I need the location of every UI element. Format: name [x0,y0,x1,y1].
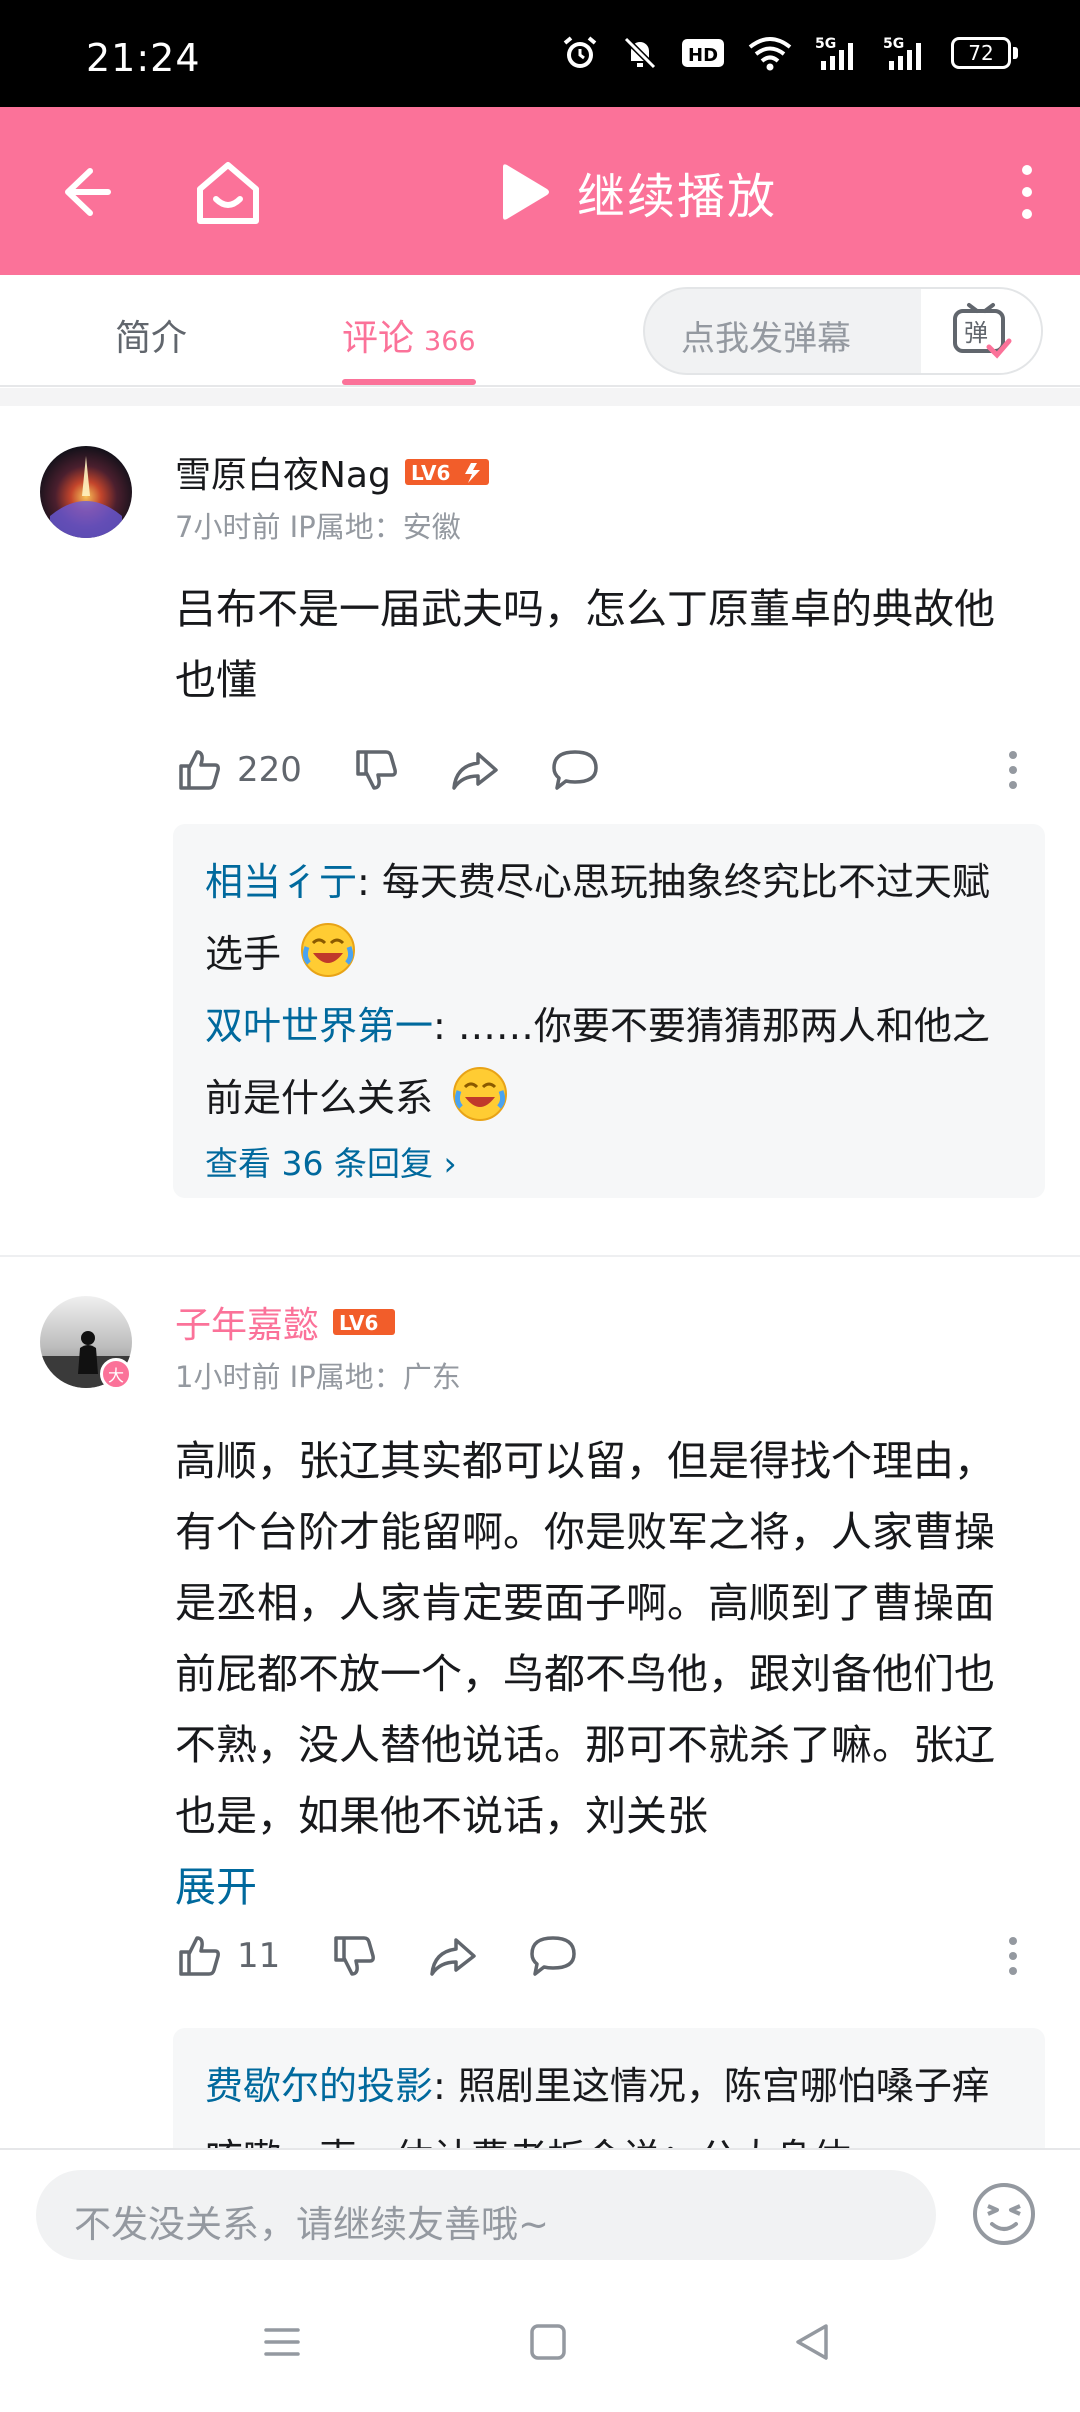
signal-5g-icon: 5G [815,36,853,70]
danmaku-icon: 弹 [953,303,1012,359]
continue-play-label: 继续播放 [577,169,778,225]
back-triangle-icon[interactable] [792,2322,832,2362]
more-vertical-icon[interactable] [1007,1936,1019,1976]
svg-text:5G: 5G [883,36,904,52]
comment-text: 吕布不是一届武夫吗，怎么丁原董卓的典故他也懂 [175,585,995,704]
comment-input-bar: 不发没关系，请继续友善哦~ [0,2148,1080,2278]
comment-text-block: 高顺，张辽其实都可以留，但是得找个理由，有个台阶才能留啊。你是败军之将，人家曹操… [175,1426,1035,1923]
reply-item: 相当彳亍: 每天费尽心思玩抽象终究比不过天赋选手 [205,846,1013,990]
laugh-cry-emoji-icon [453,1067,508,1121]
share-icon [430,1938,477,1976]
comment-item: 雪原白夜Nag LV6 7小时前 IP属地：安徽 吕布不是一届武夫吗，怎么丁原董… [0,406,1080,1256]
comment-text: 高顺，张辽其实都可以留，但是得找个理由，有个台阶才能留啊。你是败军之将，人家曹操… [175,1437,995,1840]
status-time: 21:24 [86,36,201,80]
battery-level: 72 [951,37,1011,69]
comment-meta: 7小时前 IP属地：安徽 [175,504,461,546]
tab-comments-label: 评论 [342,318,415,359]
comment-actions: 11 [175,1926,1045,1986]
comment-input[interactable]: 不发没关系，请继续友善哦~ [36,2170,936,2260]
like-count: 220 [237,750,302,790]
thumbs-up-icon [179,1936,220,1976]
reply-item: 费歇尔的投影: 照剧里这情况，陈宫哪怕嗓子痒咳嗽一声，估计曹老板会说：公大身体 [205,2050,1013,2148]
tab-comments-count: 366 [424,326,476,357]
share-button[interactable] [428,1932,478,1980]
svg-text:5G: 5G [815,36,836,52]
reply-button[interactable] [550,746,600,794]
thumbs-down-icon [334,1936,376,1976]
wifi-icon [748,37,792,71]
comment-bubble-icon [552,750,598,790]
continue-play-button[interactable]: 继续播放 [495,157,777,227]
username[interactable]: 子年嘉懿 [175,1296,319,1348]
like-button[interactable]: 11 [175,1932,280,1980]
reply-username[interactable]: 双叶世界第一 [205,1004,433,1048]
signal-5g-icon: 5G [883,36,921,70]
view-all-replies-link[interactable]: 查看 36 条回复 › [205,1134,1013,1194]
mute-icon [623,36,657,70]
section-gap [0,388,1080,406]
menu-icon[interactable] [262,2322,302,2362]
tab-active-indicator [342,379,476,385]
play-icon [503,164,549,220]
vip-badge-icon: 大 [100,1358,132,1390]
level-text: LV6 [411,461,450,485]
svg-text:HD: HD [688,45,718,66]
more-vertical-icon[interactable] [1007,750,1019,790]
dislike-button[interactable] [330,1932,378,1980]
level-badge-icon: LV6 [404,459,489,485]
hd-icon: HD [682,39,724,67]
comment-ip: IP属地：广东 [289,1360,461,1394]
share-icon [452,752,498,790]
comment-divider [0,1255,1080,1257]
danmaku-bar: 点我发弹幕 弹 [643,287,1043,375]
more-vertical-icon[interactable] [1012,162,1042,222]
home-icon[interactable] [190,155,266,231]
thumbs-up-icon [179,750,220,790]
battery-icon: 72 [951,37,1018,69]
comment-time: 7小时前 [175,510,281,544]
share-button[interactable] [450,746,500,794]
dislike-button[interactable] [352,746,400,794]
home-square-icon[interactable] [528,2322,568,2362]
back-arrow-icon[interactable] [50,157,120,227]
comment-input-placeholder: 不发没关系，请继续友善哦~ [74,2203,550,2246]
tab-intro[interactable]: 简介 [115,309,187,361]
thumbs-down-icon [356,750,397,790]
reply-username[interactable]: 相当彳亍 [205,860,357,904]
danmaku-input[interactable]: 点我发弹幕 [681,311,851,360]
top-bar: 继续播放 [0,107,1080,275]
reply-item: 双叶世界第一: ……你要不要猜猜那两人和他之前是什么关系 [205,990,1013,1134]
tab-comments[interactable]: 评论 366 [342,309,476,361]
comment-actions: 220 [175,740,1045,800]
system-nav-bar [0,2278,1080,2412]
like-button[interactable]: 220 [175,746,302,794]
danmaku-icon-label: 弹 [964,319,988,347]
avatar[interactable] [40,446,132,538]
comment-meta: 1小时前 IP属地：广东 [175,1354,461,1396]
laugh-cry-emoji-icon [301,923,356,977]
tab-bar: 简介 评论 366 点我发弹幕 弹 [0,275,1080,387]
comment-ip: IP属地：安徽 [289,510,461,544]
reply-button[interactable] [528,1932,578,1980]
like-count: 11 [237,1936,281,1976]
emoji-icon[interactable] [970,2180,1038,2248]
level-text: LV6 [339,1311,378,1335]
comment-time: 1小时前 [175,1360,281,1394]
status-icons: HD 5G 5G 72 [561,34,1018,72]
comment-item: 大 子年嘉懿 LV6 1小时前 IP属地：广东 高顺，张辽其实都可以留，但是得找… [0,1258,1080,2148]
expand-link[interactable]: 展开 [175,1863,257,1911]
reply-preview-box[interactable]: 费歇尔的投影: 照剧里这情况，陈宫哪怕嗓子痒咳嗽一声，估计曹老板会说：公大身体 [173,2028,1045,2148]
alarm-icon [563,36,597,68]
username[interactable]: 雪原白夜Nag [175,446,391,498]
reply-username[interactable]: 费歇尔的投影 [205,2064,433,2108]
reply-preview-box[interactable]: 相当彳亍: 每天费尽心思玩抽象终究比不过天赋选手 双叶世界第一: ……你要不要猜… [173,824,1045,1198]
danmaku-toggle-button[interactable]: 弹 [921,289,1041,373]
level-badge-icon: LV6 [333,1309,396,1335]
status-bar: 21:24 HD 5G 5G 72 [0,0,1080,107]
comment-bubble-icon [530,1936,577,1976]
